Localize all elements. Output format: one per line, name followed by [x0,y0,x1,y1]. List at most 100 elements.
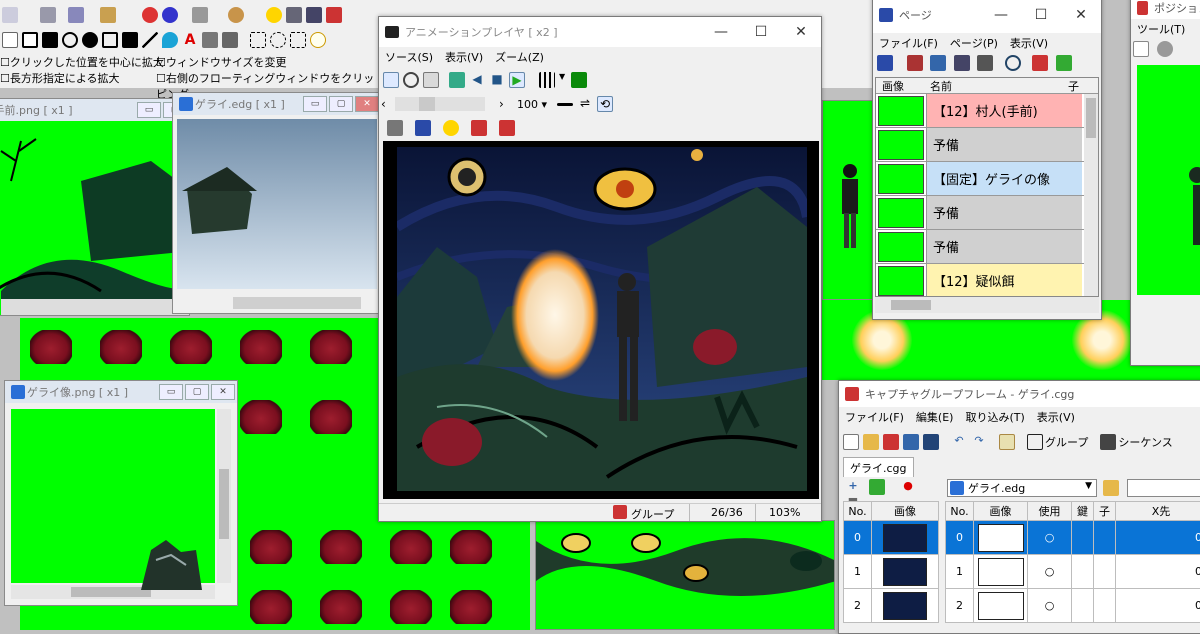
close-icon[interactable] [883,434,899,450]
capture-search-input[interactable] [1127,479,1200,497]
cursor-icon[interactable] [383,72,399,88]
dropper-icon[interactable] [162,32,178,48]
page-row[interactable]: 予備 [876,128,1098,162]
zoom-icon[interactable] [1157,41,1173,57]
page-row[interactable]: 予備 [876,196,1098,230]
prev-page-button[interactable]: ‹ [381,97,395,111]
book-icon[interactable] [415,120,431,136]
zoom-icon[interactable] [403,72,419,88]
minimize-button[interactable]: ▭ [159,384,183,400]
restore-button[interactable]: ▢ [185,384,209,400]
left-row[interactable]: 1 [844,555,939,589]
menu-view[interactable]: 表示(V) [439,49,489,65]
fill-rect-icon[interactable] [42,32,58,48]
right-row[interactable]: 1 ○ 0 [946,555,1200,589]
palette-icon[interactable] [443,120,459,136]
open-icon[interactable] [863,434,879,450]
speed-select[interactable]: 100 ▾ [517,98,547,111]
bg-front-window[interactable]: G手前.png [ x1 ] ▭▢ [0,98,190,316]
bucket-icon[interactable] [202,32,218,48]
speech-icon[interactable] [310,32,326,48]
chevron-down-icon[interactable]: ▼ [559,72,567,88]
magic-wand-icon[interactable] [290,32,306,48]
option-click-zoom[interactable]: ☐クリックした位置を中心に拡大 [0,54,164,70]
cut-icon[interactable] [40,7,56,23]
menu-zoom[interactable]: ズーム(Z) [489,49,550,65]
onion-icon[interactable] [228,7,244,23]
fill-polygon-icon[interactable] [122,32,138,48]
capture-group-window[interactable]: キャプチャグループフレーム - ゲライ.cgg ファイル(F) 編集(E) 取り… [838,380,1200,634]
tab-sequence-button[interactable]: シーケンス [1098,434,1172,450]
menu-import[interactable]: 取り込み(T) [959,409,1030,425]
right-row[interactable]: 2 ○ 0 [946,589,1200,623]
polygon-tool-icon[interactable] [102,32,118,48]
layers-icon[interactable] [286,7,302,23]
right-row[interactable]: 0 ○ 0 [946,521,1200,555]
option-rect-zoom[interactable]: ☐長方形指定による拡大 [0,70,120,86]
line-tool-icon[interactable] [142,32,158,48]
menu-view[interactable]: 表示(V) [1004,35,1054,51]
ellipse-tool-icon[interactable] [62,32,78,48]
source-select[interactable]: ゲライ.edg ▼ [947,479,1097,497]
marquee-icon[interactable] [250,32,266,48]
refresh-icon[interactable] [1056,55,1072,71]
undo-icon[interactable]: ↶ [951,434,967,450]
image-icon[interactable] [326,7,342,23]
option-resize-window[interactable]: ☑ウィンドウサイズを変更 [156,54,287,70]
animation-player-window[interactable]: アニメーションプレイヤ [ x2 ] —☐✕ ソース(S) 表示(V) ズーム(… [378,16,822,522]
position-window[interactable]: ポジション ツール(T) [1130,0,1200,366]
palette-icon[interactable] [266,7,282,23]
cursor-icon[interactable] [1133,41,1149,57]
grid-red-icon[interactable] [499,120,515,136]
menu-file[interactable]: ファイル(F) [873,35,944,51]
save-icon[interactable] [903,434,919,450]
menu-edit[interactable]: 編集(E) [910,409,960,425]
menu-file[interactable]: ファイル(F) [839,409,910,425]
minimize-button[interactable]: — [701,24,741,40]
fill-ellipse-icon[interactable] [82,32,98,48]
menu-tool[interactable]: ツール(T) [1131,21,1191,37]
settings-icon[interactable] [977,55,993,71]
redo-icon[interactable]: ↷ [971,434,987,450]
zoom-in-icon[interactable] [142,7,158,23]
maximize-button[interactable]: ☐ [1021,7,1061,23]
xy-icon[interactable] [999,434,1015,450]
close-button[interactable]: ✕ [1061,7,1101,23]
play-icon[interactable]: ▶ [509,72,525,88]
layers-icon[interactable] [387,120,403,136]
frame-red-icon[interactable] [471,120,487,136]
book-icon[interactable] [306,7,322,23]
zoom-out-icon[interactable] [162,7,178,23]
page-row[interactable]: 【固定】ゲライの像 [876,162,1098,196]
clock-icon[interactable] [1005,55,1021,71]
export-icon[interactable] [954,55,970,71]
minimize-button[interactable]: — [981,7,1021,23]
record-icon[interactable]: ● [900,479,916,495]
menu-page[interactable]: ページ(P) [944,35,1004,51]
animation-canvas[interactable] [383,141,819,499]
text-tool-icon[interactable]: A [182,32,198,48]
page-slider[interactable] [395,97,485,111]
page-hscroll[interactable] [875,297,1099,313]
eraser-icon[interactable] [222,32,238,48]
copy-icon[interactable] [68,7,84,23]
close-button[interactable]: ✕ [355,96,379,112]
page-list-vscroll[interactable] [1084,94,1098,296]
gerai-edg-window[interactable]: ゲライ.edg [ x1 ] ▭▢✕ [172,92,382,314]
gerai-png-vscroll[interactable] [217,409,231,583]
prev-frame-icon[interactable]: ◀ [469,72,485,88]
menu-source[interactable]: ソース(S) [379,49,439,65]
book-blue-icon[interactable] [930,55,946,71]
page-row[interactable]: 予備 [876,230,1098,264]
color-chip-icon[interactable] [571,72,587,88]
tab-group-button[interactable]: グループ [1025,434,1088,450]
refresh-icon[interactable] [869,479,885,495]
new-icon[interactable] [843,434,859,450]
next-page-button[interactable]: › [499,97,513,111]
book-red-icon[interactable] [907,55,923,71]
apply-icon[interactable] [1103,480,1119,496]
page-row[interactable]: 【12】村人(手前) [876,94,1098,128]
gerai-edg-scrollbar[interactable] [233,297,361,309]
rect-tool-icon[interactable] [22,32,38,48]
undo-icon[interactable] [2,7,18,23]
